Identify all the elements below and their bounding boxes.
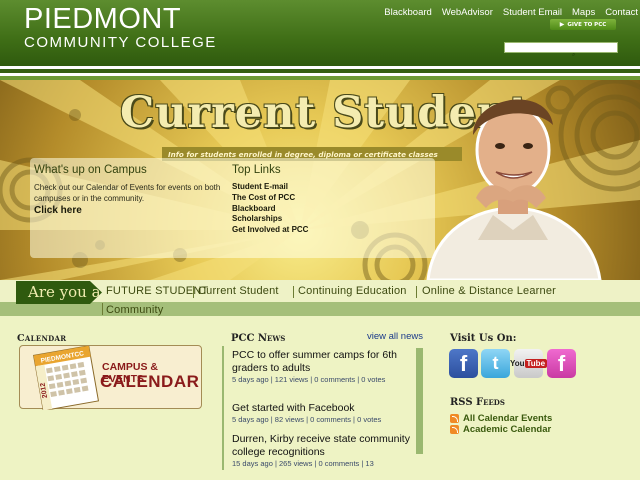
twitter-icon[interactable]: t bbox=[481, 349, 510, 378]
top-link-blackboard[interactable]: Blackboard bbox=[232, 204, 308, 215]
audience-online-distance-link[interactable]: Online & Distance Learner bbox=[422, 285, 556, 297]
arrow-right-icon: ▶ bbox=[559, 21, 565, 28]
rss-feed-link[interactable]: All Calendar Events bbox=[463, 413, 552, 424]
audience-separator bbox=[102, 303, 103, 315]
whats-up-description: Check out our Calendar of Events for eve… bbox=[34, 183, 221, 203]
nav-maps-link[interactable]: Maps bbox=[572, 7, 595, 18]
hero-banner: Current Student Info for students enroll… bbox=[0, 80, 640, 280]
logo-primary-text[interactable]: PIEDMONT bbox=[24, 4, 181, 34]
calendar-icon: PIEDMONTCC 2012 bbox=[32, 346, 100, 410]
top-link-scholarships[interactable]: Scholarships bbox=[232, 214, 308, 225]
search-input[interactable] bbox=[504, 42, 618, 53]
nav-student-email-link[interactable]: Student Email bbox=[503, 7, 562, 18]
top-link-get-involved[interactable]: Get Involved at PCC bbox=[232, 225, 308, 236]
news-item-title[interactable]: PCC to offer summer camps for 6th grader… bbox=[232, 349, 410, 375]
facebook-icon[interactable]: f bbox=[449, 349, 478, 378]
news-item-meta: 15 days ago | 265 views | 0 comments | 1… bbox=[232, 459, 374, 468]
calendar-click-here-link[interactable]: Click here bbox=[34, 205, 82, 216]
news-scrollbar[interactable] bbox=[416, 348, 423, 454]
audience-current-student-link[interactable]: Current Student bbox=[198, 285, 279, 297]
audience-separator bbox=[416, 286, 417, 298]
news-heading: PCC News bbox=[231, 333, 285, 344]
news-list: PCC to offer summer camps for 6th grader… bbox=[222, 346, 427, 470]
audience-continuing-education-link[interactable]: Continuing Education bbox=[298, 285, 407, 297]
nav-blackboard-link[interactable]: Blackboard bbox=[384, 7, 432, 18]
news-item[interactable]: Durren, Kirby receive state community co… bbox=[232, 433, 410, 469]
news-item-title[interactable]: Durren, Kirby receive state community co… bbox=[232, 433, 410, 459]
news-item-meta: 5 days ago | 82 views | 0 comments | 0 v… bbox=[232, 415, 382, 424]
news-heading-text: PCC News bbox=[231, 333, 286, 344]
rss-icon bbox=[450, 425, 459, 434]
give-button-label: GIVE TO PCC bbox=[567, 21, 607, 28]
site-header: PIEDMONT COMMUNITY COLLEGE Blackboard We… bbox=[0, 0, 640, 66]
audience-community-link[interactable]: Community bbox=[106, 304, 163, 316]
whats-up-heading: What's up on Campus bbox=[34, 164, 147, 176]
search-icon[interactable]: ⌕ bbox=[572, 52, 586, 58]
view-all-news-link[interactable]: view all news bbox=[367, 331, 423, 342]
nav-webadvisor-link[interactable]: WebAdvisor bbox=[442, 7, 493, 18]
news-item-title[interactable]: Get started with Facebook bbox=[232, 402, 410, 415]
top-link-student-email[interactable]: Student E-mail bbox=[232, 182, 308, 193]
student-photo bbox=[426, 99, 602, 280]
top-links-heading: Top Links bbox=[232, 164, 281, 176]
top-link-cost-of-pcc[interactable]: The Cost of PCC bbox=[232, 193, 308, 204]
are-you-a-label: Are you a bbox=[16, 281, 102, 304]
logo-secondary-text[interactable]: COMMUNITY COLLEGE bbox=[24, 34, 217, 51]
audience-separator bbox=[193, 286, 194, 298]
utility-nav: Blackboard WebAdvisor Student Email Maps… bbox=[384, 7, 640, 18]
news-item[interactable]: Get started with Facebook 5 days ago | 8… bbox=[232, 402, 410, 425]
give-to-pcc-button[interactable]: ▶ GIVE TO PCC bbox=[550, 19, 616, 30]
rss-feed-item[interactable]: Academic Calendar bbox=[450, 424, 551, 435]
youtube-tube-text: Tube bbox=[524, 359, 548, 368]
calendar-card-subtitle: CALENDAR bbox=[100, 372, 200, 391]
social-heading: Visit Us On: bbox=[450, 333, 517, 344]
rss-feed-item[interactable]: All Calendar Events bbox=[450, 413, 552, 424]
audience-separator bbox=[293, 286, 294, 298]
calendar-heading: Calendar bbox=[17, 333, 67, 344]
calendar-promo-card[interactable]: PIEDMONTCC 2012 CAMPUS & EVENTS CALENDAR bbox=[19, 345, 202, 410]
news-item[interactable]: PCC to offer summer camps for 6th grader… bbox=[232, 349, 410, 385]
rss-heading: RSS Feeds bbox=[450, 397, 505, 408]
audience-nav-underbar bbox=[0, 302, 640, 316]
rss-feed-link[interactable]: Academic Calendar bbox=[463, 424, 551, 435]
top-links-list: Student E-mail The Cost of PCC Blackboar… bbox=[232, 182, 308, 236]
rss-icon bbox=[450, 414, 459, 423]
news-item-meta: 5 days ago | 121 views | 0 comments | 0 … bbox=[232, 375, 386, 384]
pink-facebook-icon[interactable]: f bbox=[547, 349, 576, 378]
youtube-icon[interactable]: You Tube bbox=[510, 349, 548, 378]
youtube-you-text: You bbox=[509, 359, 525, 368]
nav-contact-link[interactable]: Contact bbox=[605, 7, 638, 18]
